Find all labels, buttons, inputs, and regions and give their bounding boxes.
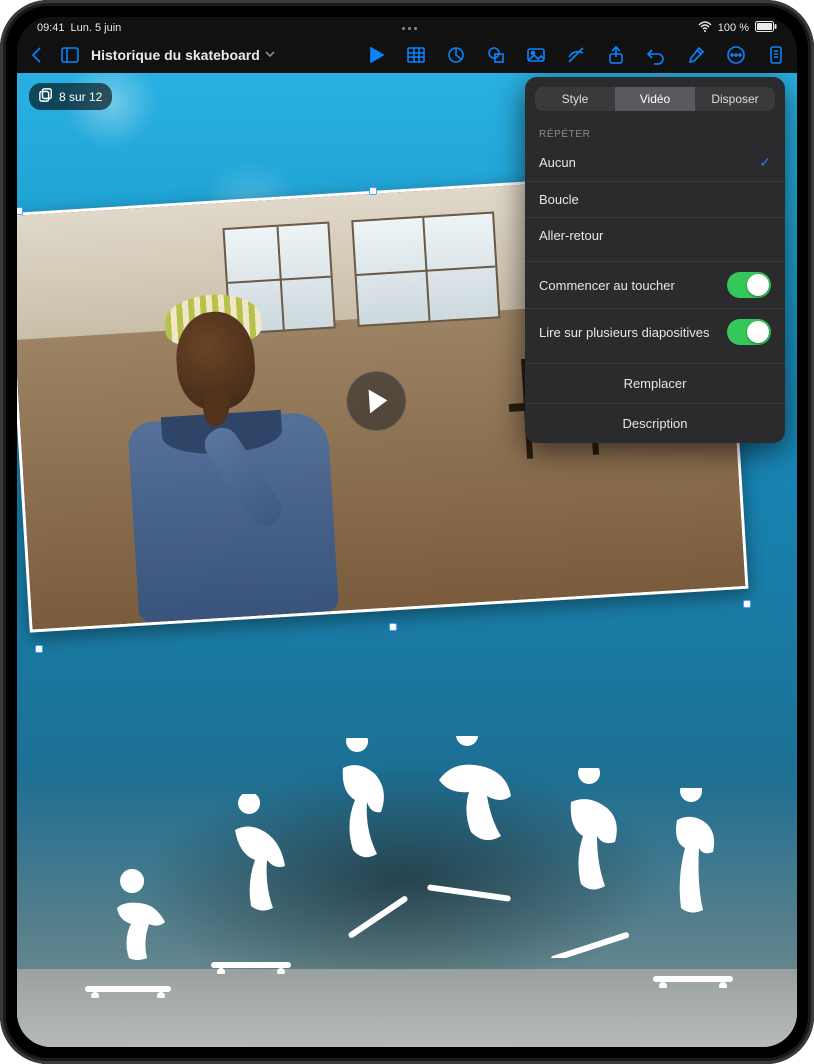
repeat-option-loop[interactable]: Boucle	[525, 181, 785, 217]
status-bar: 09:41 Lun. 5 juin 100 %	[17, 17, 797, 37]
slide-canvas[interactable]: 8 sur 12	[17, 73, 797, 1047]
sidebar-toggle-button[interactable]	[59, 44, 81, 66]
insert-chart-button[interactable]	[445, 44, 467, 66]
repeat-none-label: Aucun	[539, 155, 576, 170]
across-slides-row: Lire sur plusieurs diapositives	[525, 308, 785, 355]
selection-handle[interactable]	[743, 600, 751, 608]
status-battery-text: 100 %	[718, 22, 749, 34]
back-button[interactable]	[27, 44, 49, 66]
chevron-down-icon	[264, 47, 276, 63]
selection-handle[interactable]	[17, 207, 23, 215]
format-button[interactable]	[685, 44, 707, 66]
document-title-button[interactable]: Historique du skateboard	[91, 47, 276, 63]
draw-button[interactable]	[565, 44, 587, 66]
insert-media-button[interactable]	[525, 44, 547, 66]
screen: 09:41 Lun. 5 juin 100 %	[17, 17, 797, 1047]
repeat-loop-label: Boucle	[539, 192, 579, 207]
app-toolbar: Historique du skateboard	[17, 37, 797, 73]
replace-button[interactable]: Remplacer	[525, 363, 785, 403]
tab-arrange[interactable]: Disposer	[695, 87, 775, 111]
repeat-bounce-label: Aller-retour	[539, 228, 603, 243]
undo-button[interactable]	[645, 44, 667, 66]
format-popover: Style Vidéo Disposer RÉPÉTER Aucun ✓ Bou…	[525, 77, 785, 443]
selection-handle[interactable]	[389, 623, 397, 631]
checkmark-icon: ✓	[759, 154, 771, 171]
status-date: Lun. 5 juin	[71, 22, 122, 34]
repeat-option-bounce[interactable]: Aller-retour	[525, 217, 785, 253]
play-button[interactable]	[365, 44, 387, 66]
skater-silhouettes	[17, 798, 797, 998]
insert-shape-button[interactable]	[485, 44, 507, 66]
across-slides-label: Lire sur plusieurs diapositives	[539, 325, 710, 340]
popover-tabs: Style Vidéo Disposer	[535, 87, 775, 111]
selection-handle[interactable]	[35, 645, 43, 653]
repeat-option-none[interactable]: Aucun ✓	[525, 144, 785, 181]
repeat-section-label: RÉPÉTER	[525, 121, 785, 144]
more-button[interactable]	[725, 44, 747, 66]
wifi-icon	[698, 21, 712, 35]
selection-handle[interactable]	[369, 187, 377, 195]
tab-video[interactable]: Vidéo	[615, 87, 695, 111]
slide-counter-label: 8 sur 12	[59, 90, 102, 104]
start-on-touch-label: Commencer au toucher	[539, 278, 675, 293]
document-settings-button[interactable]	[765, 44, 787, 66]
replace-label: Remplacer	[624, 376, 687, 391]
document-title: Historique du skateboard	[91, 47, 260, 63]
across-slides-toggle[interactable]	[727, 319, 771, 345]
description-button[interactable]: Description	[525, 403, 785, 443]
share-button[interactable]	[605, 44, 627, 66]
slides-icon	[39, 88, 53, 105]
battery-icon	[755, 21, 777, 35]
description-label: Description	[622, 416, 687, 431]
multitask-dots[interactable]	[402, 27, 417, 30]
ipad-frame: 09:41 Lun. 5 juin 100 %	[0, 0, 814, 1064]
tab-style[interactable]: Style	[535, 87, 615, 111]
slide-counter-button[interactable]: 8 sur 12	[29, 83, 112, 110]
start-on-touch-row: Commencer au toucher	[525, 261, 785, 308]
status-time: 09:41	[37, 22, 65, 34]
start-on-touch-toggle[interactable]	[727, 272, 771, 298]
insert-table-button[interactable]	[405, 44, 427, 66]
